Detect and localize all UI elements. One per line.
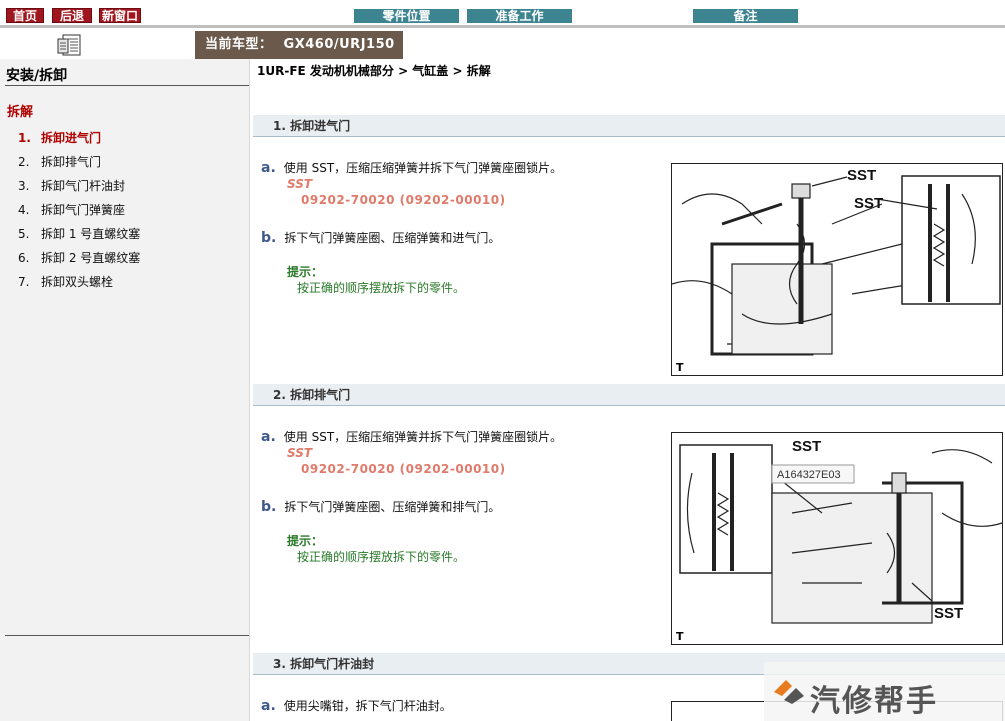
watermark-logo-icon bbox=[774, 680, 804, 704]
step-b: b. 拆下气门弹簧座圈、压缩弹簧和排气门。 bbox=[261, 499, 501, 515]
main-content: 1UR-FE 发动机机械部分 > 气缸盖 > 拆解 1. 拆卸进气门 a. 使用 … bbox=[251, 59, 1005, 721]
sidebar-item-remove-valve-stem-oil-seal[interactable]: 3. 拆卸气门杆油封 bbox=[18, 177, 140, 201]
figure-intake-valve: SST SST T bbox=[671, 163, 1003, 376]
sst-number: 09202-70020 (09202-00010) bbox=[301, 462, 506, 476]
sidebar-divider bbox=[5, 85, 249, 86]
sst-label: SST bbox=[287, 177, 313, 191]
hint-label: 提示： bbox=[287, 265, 324, 279]
sidebar-item-remove-intake-valve[interactable]: 1. 拆卸进气门 bbox=[18, 129, 140, 153]
preparation-tab[interactable]: 准备工作 bbox=[467, 9, 572, 23]
sidebar-item-remove-exhaust-valve[interactable]: 2. 拆卸排气门 bbox=[18, 153, 140, 177]
model-value: GX460/URJ150 bbox=[283, 37, 395, 52]
breadcrumb: 1UR-FE 发动机机械部分 > 气缸盖 > 拆解 bbox=[257, 64, 491, 78]
sidebar-item-remove-plug-2[interactable]: 6. 拆卸 2 号直螺纹塞 bbox=[18, 249, 140, 273]
watermark-text: 汽修帮手 bbox=[810, 684, 938, 719]
sidebar-item-remove-stud-bolt[interactable]: 7. 拆卸双头螺栓 bbox=[18, 273, 140, 297]
current-model-box: 当前车型： GX460/URJ150 bbox=[195, 31, 403, 59]
sst-number: 09202-70020 (09202-00010) bbox=[301, 193, 506, 207]
parts-location-tab[interactable]: 零件位置 bbox=[354, 9, 459, 23]
step-a: a. 使用尖嘴钳，拆下气门杆油封。 bbox=[261, 698, 452, 714]
model-bar: 当前车型： GX460/URJ150 bbox=[0, 31, 1005, 59]
model-label: 当前车型： bbox=[205, 37, 273, 52]
sst-callout-1: SST bbox=[792, 438, 821, 455]
document-icon[interactable] bbox=[54, 34, 84, 56]
figure-exhaust-valve: SST SST A164327E03 T bbox=[671, 432, 1003, 645]
step-a: a. 使用 SST，压缩压缩弹簧并拆下气门弹簧座圈锁片。 bbox=[261, 160, 563, 176]
section-heading-exhaust-valve: 2. 拆卸排气门 bbox=[253, 384, 1005, 406]
sidebar: 安装/拆卸 拆解 1. 拆卸进气门 2. 拆卸排气门 3. 拆卸气门杆油封 4. 拆卸气… bbox=[0, 59, 250, 721]
watermark: 汽修帮手 bbox=[764, 662, 1005, 721]
figure-corner-mark: T bbox=[676, 361, 684, 374]
sidebar-list: 1. 拆卸进气门 2. 拆卸排气门 3. 拆卸气门杆油封 4. 拆卸气门弹簧座 5. 拆卸… bbox=[18, 129, 140, 297]
home-button[interactable]: 首页 bbox=[6, 8, 44, 23]
step-b: b. 拆下气门弹簧座圈、压缩弹簧和进气门。 bbox=[261, 230, 501, 246]
figure-tooltip: A164327E03 bbox=[777, 469, 841, 481]
hint-label: 提示： bbox=[287, 534, 324, 548]
sidebar-section-title: 拆解 bbox=[7, 105, 34, 120]
sidebar-bottom-divider bbox=[5, 635, 249, 636]
hint-text: 按正确的顺序摆放拆下的零件。 bbox=[297, 281, 466, 295]
sst-callout-2: SST bbox=[934, 605, 963, 622]
section-heading-intake-valve: 1. 拆卸进气门 bbox=[253, 115, 1005, 137]
sst-label: SST bbox=[287, 446, 313, 460]
new-window-button[interactable]: 新窗口 bbox=[99, 8, 141, 23]
sst-callout-1: SST bbox=[847, 167, 876, 184]
figure-corner-mark: T bbox=[676, 630, 684, 643]
notes-tab[interactable]: 备注 bbox=[693, 9, 798, 23]
sidebar-item-remove-plug-1[interactable]: 5. 拆卸 1 号直螺纹塞 bbox=[18, 225, 140, 249]
sidebar-title: 安装/拆卸 bbox=[6, 68, 68, 84]
back-button[interactable]: 后退 bbox=[52, 8, 92, 23]
sst-callout-2: SST bbox=[854, 195, 883, 212]
sidebar-item-remove-valve-spring-seat[interactable]: 4. 拆卸气门弹簧座 bbox=[18, 201, 140, 225]
step-a: a. 使用 SST，压缩压缩弹簧并拆下气门弹簧座圈锁片。 bbox=[261, 429, 563, 445]
hint-text: 按正确的顺序摆放拆下的零件。 bbox=[297, 550, 466, 564]
top-nav-bar: 首页 后退 新窗口 零件位置 准备工作 备注 bbox=[0, 0, 1005, 28]
